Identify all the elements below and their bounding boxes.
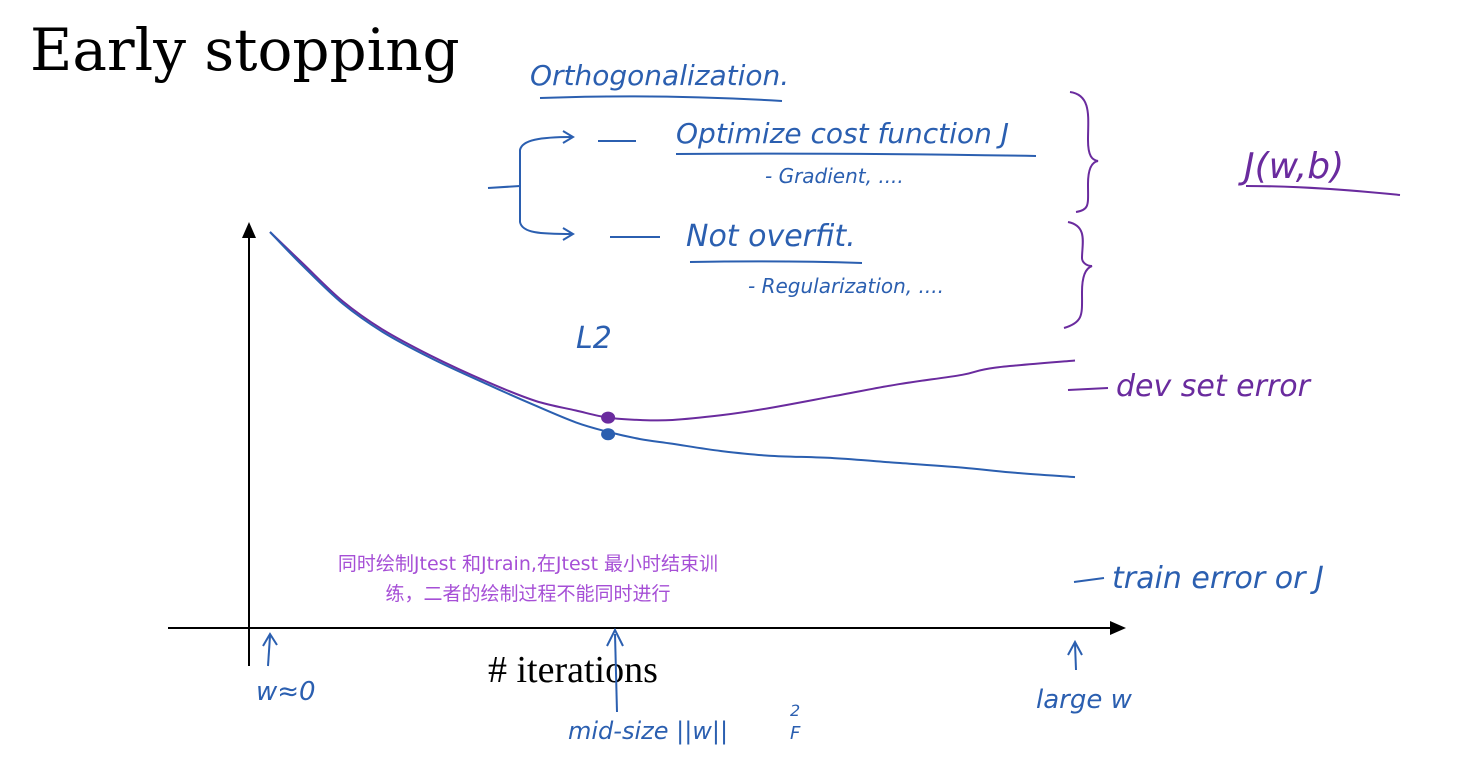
gradient-label: - Gradient, ....	[765, 164, 904, 188]
train-error-marker	[601, 428, 616, 441]
optimize-cost-label: Optimize cost function J	[676, 117, 1009, 150]
l2-label: L2	[576, 321, 612, 356]
mid-size-label: mid-size ||w||	[568, 717, 728, 745]
x-axis-label: # iterations	[488, 649, 658, 691]
dev-set-error-label: dev set error	[1116, 369, 1312, 404]
x-axis	[168, 621, 1126, 635]
slide-title: Early stopping	[30, 16, 460, 84]
note-line-1: 同时绘制Jtest 和Jtrain,在Jtest 最小时结束训	[338, 553, 718, 575]
brace-top	[1069, 91, 1099, 213]
large-w-arrow	[1067, 639, 1083, 671]
train-label-leader	[1073, 577, 1105, 583]
train-error-curve	[269, 231, 1076, 479]
mid-size-subscript: F	[790, 723, 801, 744]
jwb-underline	[1245, 185, 1401, 196]
plot-area	[269, 231, 1076, 479]
x-axis-arrowhead	[1110, 621, 1126, 635]
slide-canvas: Early stopping Orthogonalization. Optimi…	[30, 16, 1401, 745]
regularization-label: - Regularization, ....	[748, 274, 944, 298]
dev-set-error-curve	[269, 231, 1076, 422]
orthogonalization-bracket	[487, 130, 660, 241]
w-zero-arrow	[262, 632, 278, 667]
y-axis-arrowhead	[242, 222, 256, 238]
large-w-label: large w	[1036, 685, 1133, 715]
orthogonalization-underline	[539, 95, 783, 102]
note-line-2: 练，二者的绘制过程不能同时进行	[385, 583, 670, 605]
brace-bottom	[1063, 221, 1093, 329]
not-overfit-underline	[689, 260, 863, 264]
dev-set-min-marker	[601, 411, 616, 424]
not-overfit-label: Not overfit.	[686, 219, 856, 254]
w-zero-label: w≈0	[256, 677, 316, 707]
y-axis	[242, 222, 256, 666]
mid-size-superscript: 2	[790, 701, 800, 720]
dev-set-label-leader	[1067, 387, 1109, 391]
train-error-label: train error or J	[1112, 561, 1324, 596]
jwb-label: J(w,b)	[1238, 146, 1344, 187]
orthogonalization-label: Orthogonalization.	[530, 59, 789, 92]
optimize-underline	[675, 152, 1037, 157]
